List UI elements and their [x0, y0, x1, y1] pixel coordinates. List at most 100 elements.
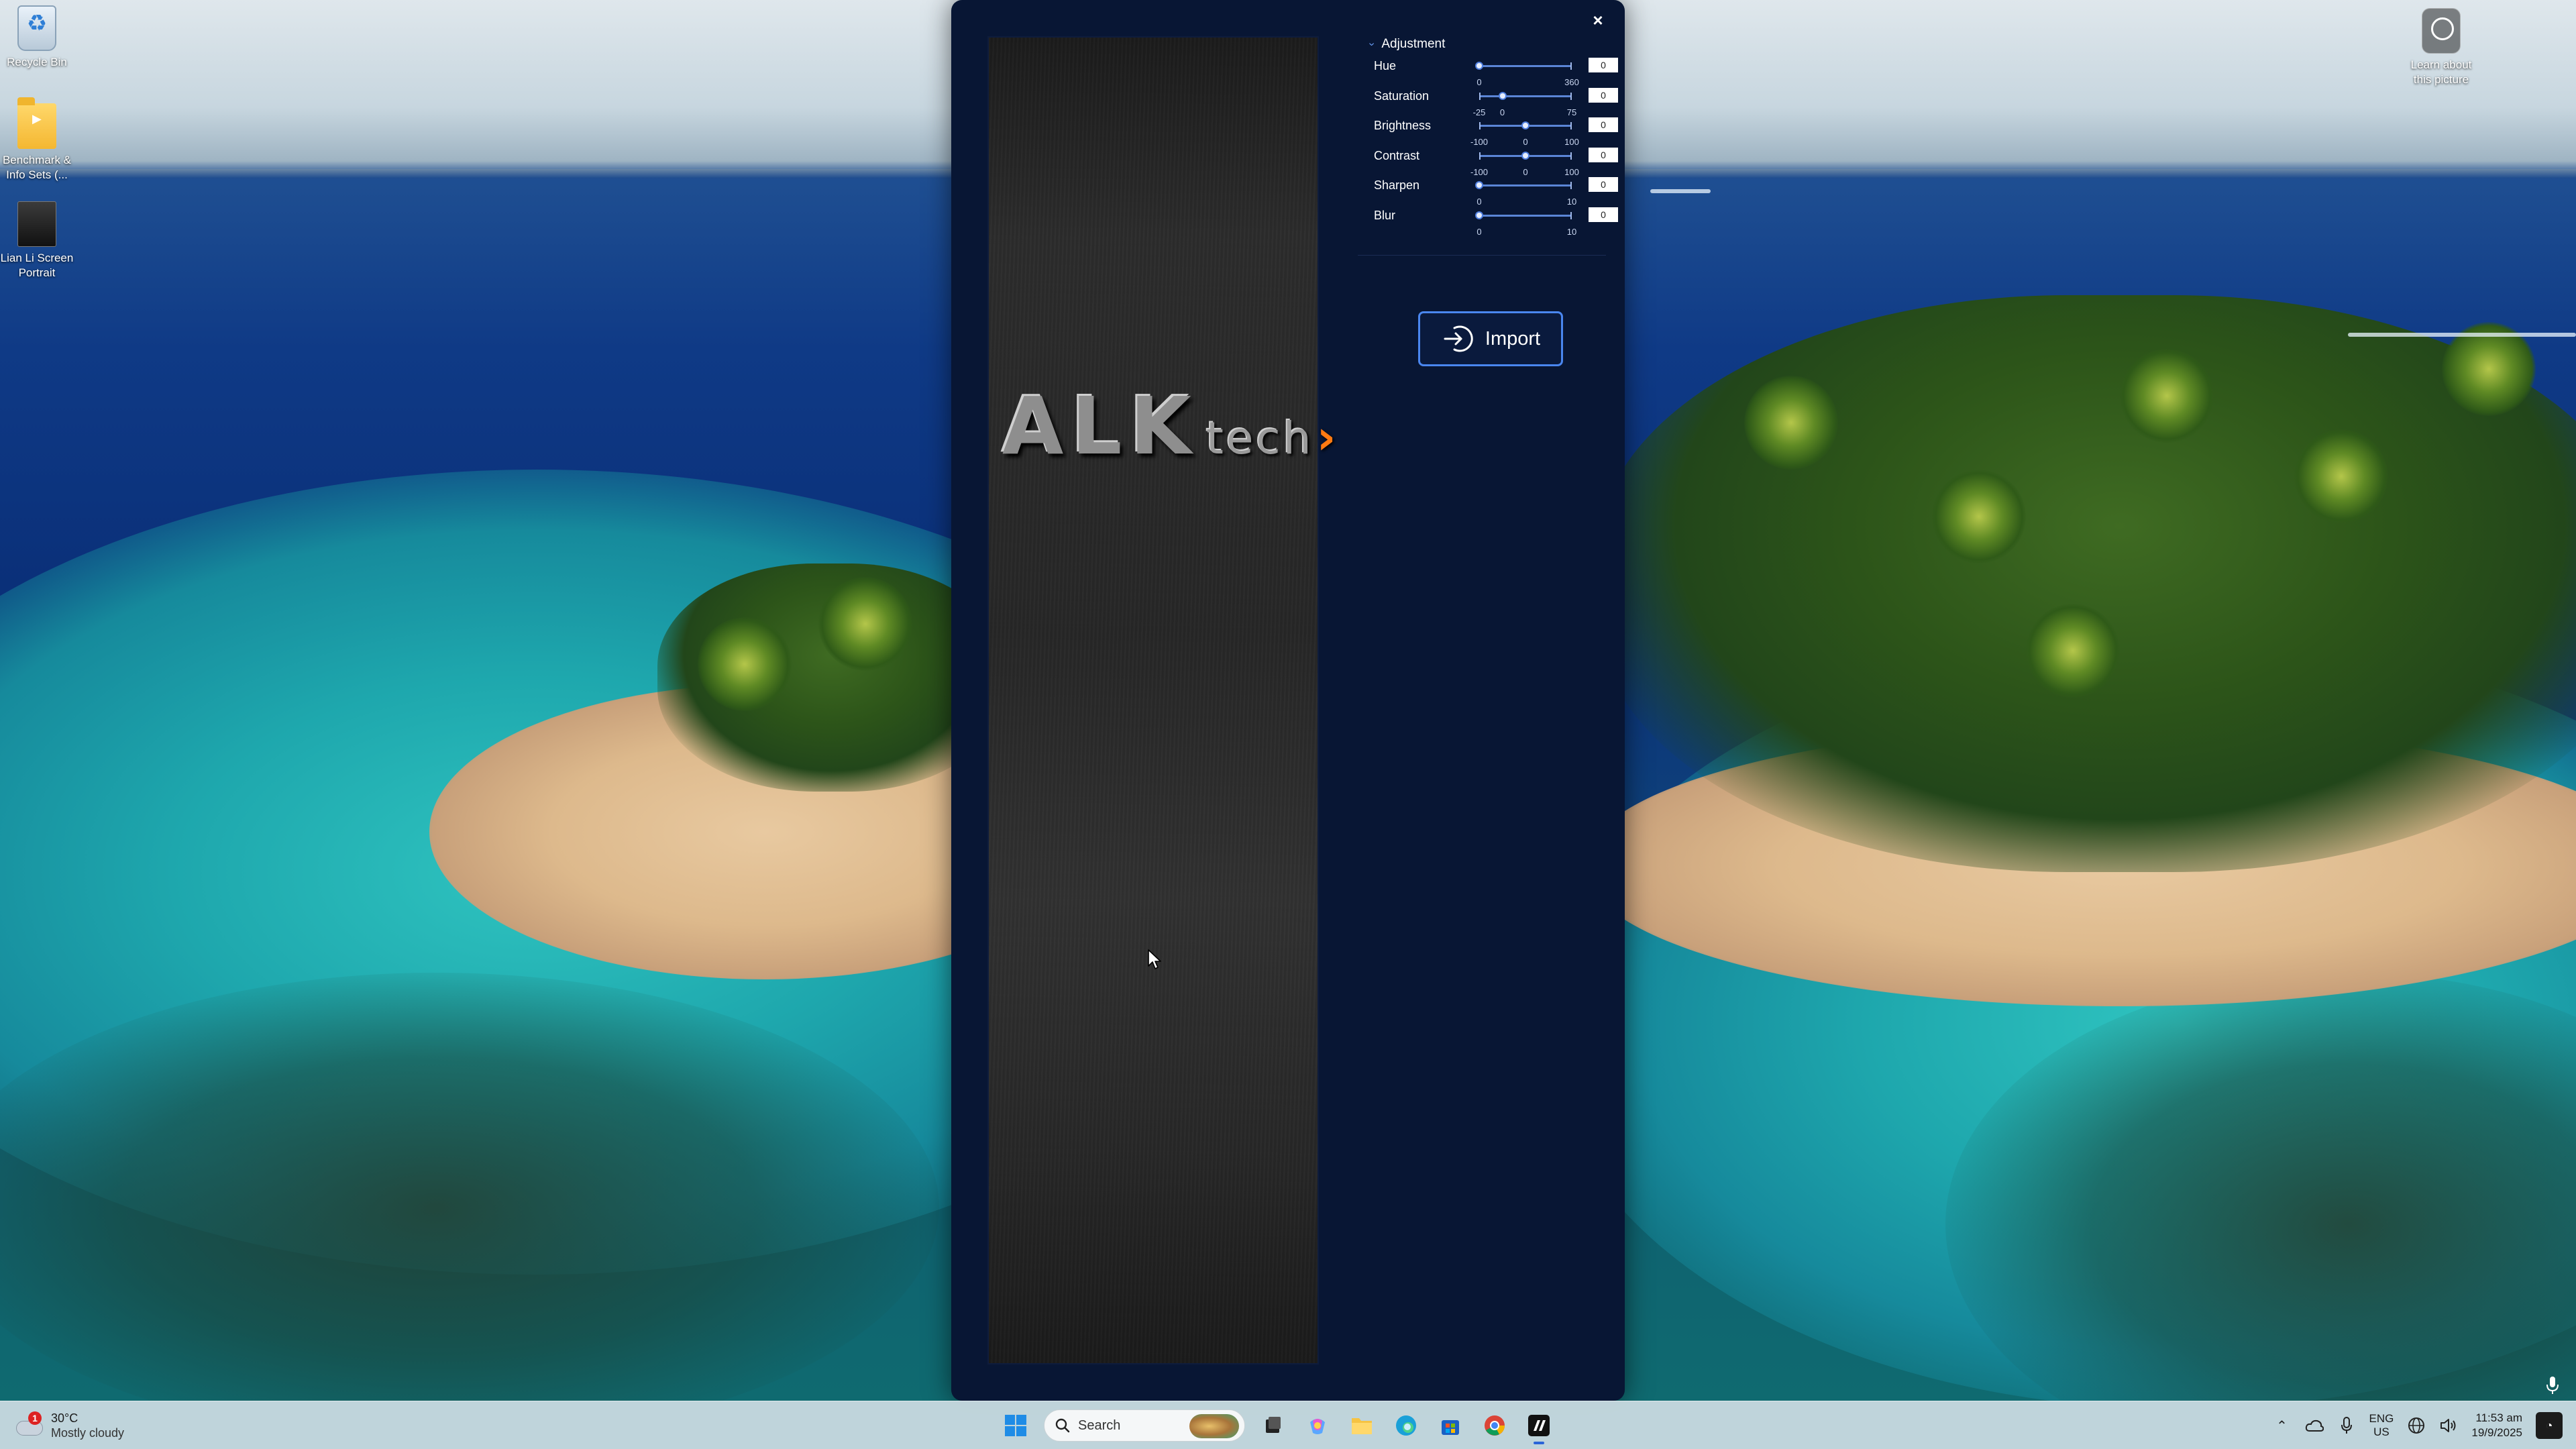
- slider-tick-max: [1570, 152, 1572, 160]
- desktop-icon-learn-about-picture[interactable]: Learn about this picture: [2404, 8, 2478, 87]
- slider-tick-max: [1570, 92, 1572, 100]
- slider-row-blur: Blur 0 10: [1358, 207, 1618, 237]
- slider-thumb[interactable]: [1475, 181, 1483, 189]
- volume-tray-button[interactable]: [2439, 1416, 2458, 1435]
- slider-value-input[interactable]: [1589, 177, 1618, 192]
- microphone-icon: [2341, 1417, 2352, 1434]
- slider-tick-min: [1479, 92, 1481, 100]
- slider-tick-label: -100: [1470, 166, 1489, 177]
- copilot-icon: [1310, 1419, 1325, 1434]
- slider-track[interactable]: 0 10: [1475, 211, 1576, 237]
- taskbar-search[interactable]: Search: [1044, 1409, 1245, 1442]
- desktop-icon-label: Lian Li Screen Portrait: [0, 252, 74, 279]
- wallpaper-surf: [1650, 189, 1711, 193]
- taskbar-clock[interactable]: 11:53 am 19/9/2025: [2471, 1411, 2522, 1440]
- wallpaper-palm: [2120, 349, 2214, 443]
- voice-access-icon[interactable]: [2545, 1375, 2560, 1395]
- slider-label: Hue: [1374, 59, 1397, 72]
- windows-logo-icon: [1005, 1415, 1026, 1436]
- task-view-button[interactable]: [1257, 1409, 1289, 1442]
- slider-row-saturation: Saturation -25 0 75: [1358, 87, 1618, 118]
- slider-track[interactable]: -100 0 100: [1470, 121, 1579, 147]
- desktop-icon-label: Learn about this picture: [2410, 58, 2472, 86]
- adjustment-header[interactable]: › Adjustment: [1358, 31, 1606, 58]
- slider-row-contrast: Contrast -100 0 100: [1358, 147, 1618, 178]
- slider-value-input[interactable]: [1589, 58, 1618, 72]
- close-button[interactable]: ×: [1585, 7, 1611, 34]
- slider-tick-label: 10: [1566, 226, 1577, 237]
- network-tray-button[interactable]: [2407, 1416, 2426, 1435]
- logo-main-text: ALK: [1002, 380, 1199, 472]
- wallpaper-palm: [818, 577, 912, 671]
- import-label: Import: [1485, 327, 1541, 350]
- slider-thumb[interactable]: [1498, 91, 1507, 100]
- microphone-tray-button[interactable]: [2337, 1416, 2356, 1435]
- slider-value-input[interactable]: [1589, 117, 1618, 132]
- desktop-icon-folder[interactable]: Benchmark & Info Sets (...: [0, 97, 74, 182]
- slider-thumb[interactable]: [1475, 62, 1483, 70]
- slider-track[interactable]: -100 0 100: [1470, 151, 1579, 177]
- weather-text: 30°C Mostly cloudy: [51, 1411, 124, 1440]
- slider-thumb[interactable]: [1521, 121, 1529, 129]
- slider-value-input[interactable]: [1589, 147, 1618, 162]
- wallpaper-palm: [698, 617, 792, 711]
- start-button[interactable]: [1000, 1409, 1032, 1442]
- desktop-icon-label: Benchmark & Info Sets (...: [2, 154, 72, 181]
- slider-track[interactable]: -25 0 75: [1473, 91, 1576, 117]
- slider-tick-label: 0: [1499, 107, 1505, 117]
- system-tray: ⌃ ENG US 11:53 am 19/9/2025 ◔: [2273, 1401, 2576, 1449]
- show-hidden-icons-button[interactable]: ⌃: [2273, 1416, 2292, 1435]
- slider-row-sharpen: Sharpen 0 10: [1358, 177, 1618, 207]
- learn-about-picture-icon: [2422, 8, 2461, 54]
- image-preview[interactable]: ALK tech ›: [987, 36, 1336, 1364]
- import-button[interactable]: Import: [1418, 311, 1563, 366]
- slider-track[interactable]: 0 360: [1475, 62, 1579, 87]
- wallpaper-palm: [2026, 604, 2120, 698]
- slider-value-input[interactable]: [1589, 87, 1618, 103]
- logo-chevron-icon: ›: [1316, 410, 1336, 465]
- clock-date: 19/9/2025: [2471, 1426, 2522, 1439]
- chrome-icon: [1485, 1415, 1505, 1436]
- slider-tick-min: [1479, 152, 1481, 160]
- taskbar: 1 30°C Mostly cloudy Search ⌃ ENG US 11:…: [0, 1401, 2576, 1449]
- slider-label: Contrast: [1374, 148, 1420, 162]
- task-view-icon: [1266, 1417, 1281, 1433]
- slider-track[interactable]: 0 10: [1475, 181, 1576, 207]
- desktop-icon-lian-li-portrait[interactable]: Lian Li Screen Portrait: [0, 201, 74, 280]
- wallpaper-surf: [2348, 333, 2576, 337]
- weather-widget[interactable]: 1 30°C Mostly cloudy: [15, 1407, 124, 1444]
- file-explorer-button[interactable]: [1346, 1409, 1378, 1442]
- wallpaper-palm: [2294, 429, 2388, 523]
- slider-tick-max: [1570, 211, 1572, 219]
- slider-tick-label: 100: [1564, 137, 1579, 147]
- store-icon: [1442, 1420, 1459, 1435]
- chrome-button[interactable]: [1479, 1409, 1511, 1442]
- language-indicator[interactable]: ENG US: [2369, 1412, 2394, 1439]
- clock-time: 11:53 am: [2475, 1411, 2522, 1424]
- slider-thumb[interactable]: [1521, 151, 1529, 160]
- slider-label: Saturation: [1374, 89, 1430, 103]
- recycle-bin-icon: [17, 5, 56, 51]
- slider-label: Blur: [1374, 208, 1396, 222]
- search-highlight-art: [1189, 1414, 1239, 1438]
- slider-value-input[interactable]: [1589, 207, 1618, 222]
- wallpaper-palm: [1932, 470, 2026, 564]
- lian-li-app-icon: [1528, 1415, 1550, 1436]
- notification-center-button[interactable]: ◔: [2536, 1412, 2563, 1439]
- slider-thumb[interactable]: [1475, 211, 1483, 219]
- weather-temperature: 30°C: [51, 1411, 78, 1425]
- store-button[interactable]: [1434, 1409, 1466, 1442]
- image-editor-window: × ALK tech › › Adjustment Hue0360Saturat…: [951, 0, 1625, 1401]
- edge-browser-icon: [1396, 1415, 1416, 1436]
- lian-li-app-button[interactable]: [1523, 1409, 1555, 1444]
- desktop-icon-recycle-bin[interactable]: Recycle Bin: [0, 5, 74, 70]
- onedrive-tray-button[interactable]: [2305, 1416, 2324, 1435]
- edge-button[interactable]: [1390, 1409, 1422, 1442]
- wallpaper-jungle-right: [1597, 295, 2576, 872]
- slider-label: Brightness: [1374, 119, 1432, 132]
- slider-tick-max: [1570, 122, 1572, 129]
- copilot-button[interactable]: [1301, 1409, 1334, 1442]
- slider-tick-max: [1570, 182, 1572, 189]
- search-placeholder: Search: [1078, 1417, 1121, 1433]
- adjustment-panel: › Adjustment Hue 0360 Saturation -25075 Brig…: [1358, 31, 1618, 256]
